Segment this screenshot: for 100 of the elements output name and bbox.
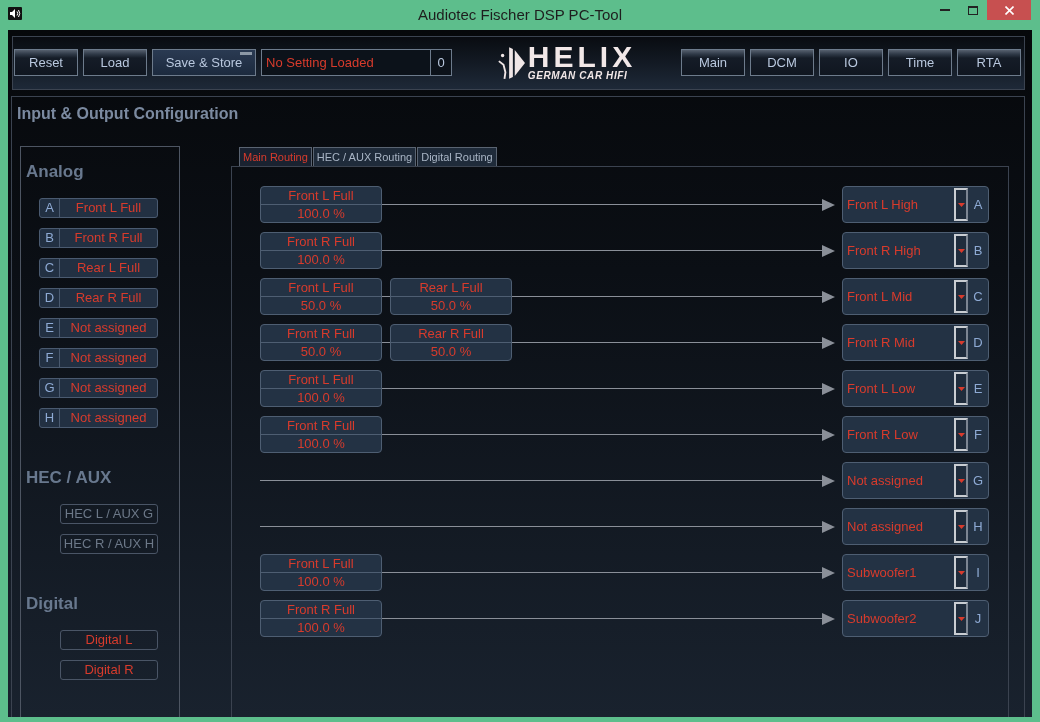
output-select-value[interactable]: Front R Low: [843, 417, 954, 452]
dropdown-button[interactable]: [954, 188, 968, 221]
source-name: Front R Full: [261, 601, 381, 619]
channel-name-button[interactable]: Not assigned: [60, 409, 157, 427]
caret-down-icon: [957, 340, 965, 345]
source-share: 100.0 %: [296, 205, 346, 222]
tab[interactable]: Main Routing: [239, 147, 312, 166]
caret-down-icon: [957, 524, 965, 529]
channel-letter: C: [972, 288, 984, 306]
channel-letter: D: [972, 334, 984, 352]
output-select-value[interactable]: Not assigned: [843, 463, 954, 498]
channel-letter: D: [40, 289, 60, 307]
logo-wordmark: HELIX: [527, 44, 637, 70]
output-select-value[interactable]: Front L Mid: [843, 279, 954, 314]
caret-down-icon: [957, 478, 965, 483]
channel-button[interactable]: Digital R: [60, 660, 158, 680]
toolbar-button[interactable]: Reset: [14, 49, 78, 76]
dropdown-button[interactable]: [954, 510, 968, 543]
toolbar-button[interactable]: Load: [83, 49, 147, 76]
status-text: No Setting Loaded: [265, 54, 375, 72]
maximize-icon: [968, 5, 978, 15]
channel-name-button[interactable]: Front L Full: [60, 199, 157, 217]
source-name: Front L Full: [261, 187, 381, 205]
group-heading: Analog: [25, 162, 85, 182]
channel-letter: B: [972, 242, 984, 260]
group-heading: HEC / AUX: [25, 468, 113, 488]
source-name: Rear R Full: [391, 325, 511, 343]
dropdown-button[interactable]: [954, 280, 968, 313]
source-share: 100.0 %: [296, 389, 346, 406]
connector-line: [382, 296, 390, 297]
nav-button[interactable]: DCM: [750, 49, 814, 76]
channel-name-button[interactable]: Not assigned: [60, 349, 157, 367]
nav-button[interactable]: IO: [819, 49, 883, 76]
source-name: Rear L Full: [391, 279, 511, 297]
page-title: Input & Output Configuration: [16, 104, 240, 124]
tab[interactable]: Digital Routing: [417, 147, 497, 166]
channel-name-button[interactable]: Rear R Full: [60, 289, 157, 307]
tab[interactable]: HEC / AUX Routing: [312, 147, 417, 166]
caret-down-icon: [957, 248, 965, 253]
source-share: 100.0 %: [296, 573, 346, 590]
source-name: Front L Full: [261, 371, 381, 389]
output-select-value[interactable]: Subwoofer2: [843, 601, 954, 636]
close-icon: [1004, 5, 1014, 15]
channel-letter: J: [973, 610, 983, 628]
indicator-bar-icon: [240, 52, 252, 55]
output-select-value[interactable]: Not assigned: [843, 509, 954, 544]
caret-down-icon: [957, 432, 965, 437]
channel-letter: E: [40, 319, 60, 337]
dropdown-button[interactable]: [954, 372, 968, 405]
caret-down-icon: [957, 616, 965, 621]
nav-button[interactable]: RTA: [957, 49, 1021, 76]
channel-button[interactable]: Digital L: [60, 630, 158, 650]
channel-letter: F: [973, 426, 983, 444]
dropdown-button[interactable]: [954, 326, 968, 359]
output-select-value[interactable]: Front L High: [843, 187, 954, 222]
channel-letter: E: [972, 380, 984, 398]
channel-name-button[interactable]: Not assigned: [60, 319, 157, 337]
channel-letter: B: [40, 229, 60, 247]
source-name: Front L Full: [261, 279, 381, 297]
caret-down-icon: [957, 294, 965, 299]
counter-value: 0: [430, 50, 451, 75]
channel-letter: G: [40, 379, 60, 397]
channel-letter: H: [972, 518, 984, 536]
channel-letter: G: [971, 472, 985, 490]
output-select-value[interactable]: Front R Mid: [843, 325, 954, 360]
source-name: Front R Full: [261, 233, 381, 251]
channel-name-button[interactable]: Rear L Full: [60, 259, 157, 277]
toolbar-button[interactable]: Save & Store: [152, 49, 256, 76]
output-select-value[interactable]: Front R High: [843, 233, 954, 268]
dropdown-button[interactable]: [954, 602, 968, 635]
dropdown-button[interactable]: [954, 464, 968, 497]
speaker-icon[interactable]: [8, 7, 22, 20]
caret-down-icon: [957, 386, 965, 391]
nav-button[interactable]: Main: [681, 49, 745, 76]
window-title: Audiotec Fischer DSP PC-Tool: [418, 5, 622, 24]
channel-letter: I: [975, 564, 981, 582]
dropdown-button[interactable]: [954, 556, 968, 589]
source-share: 50.0 %: [299, 297, 343, 314]
channel-name-button[interactable]: Front R Full: [60, 229, 157, 247]
source-name: Front R Full: [261, 325, 381, 343]
dropdown-button[interactable]: [954, 234, 968, 267]
close-button[interactable]: [987, 0, 1031, 20]
minimize-icon: [940, 9, 950, 11]
channel-letter: H: [40, 409, 60, 427]
source-share: 50.0 %: [429, 343, 473, 360]
source-name: Front R Full: [261, 417, 381, 435]
source-share: 50.0 %: [299, 343, 343, 360]
source-share: 100.0 %: [296, 435, 346, 452]
source-share: 100.0 %: [296, 251, 346, 268]
source-share: 100.0 %: [296, 619, 346, 636]
source-name: Front L Full: [261, 555, 381, 573]
dropdown-button[interactable]: [954, 418, 968, 451]
nav-button[interactable]: Time: [888, 49, 952, 76]
output-select-value[interactable]: Front L Low: [843, 371, 954, 406]
caret-down-icon: [957, 202, 965, 207]
channel-letter: F: [40, 349, 60, 367]
channel-name-button[interactable]: Not assigned: [60, 379, 157, 397]
output-select-value[interactable]: Subwoofer1: [843, 555, 954, 590]
logo-tagline: GERMAN CAR HIFI: [527, 70, 628, 81]
channel-letter: C: [40, 259, 60, 277]
